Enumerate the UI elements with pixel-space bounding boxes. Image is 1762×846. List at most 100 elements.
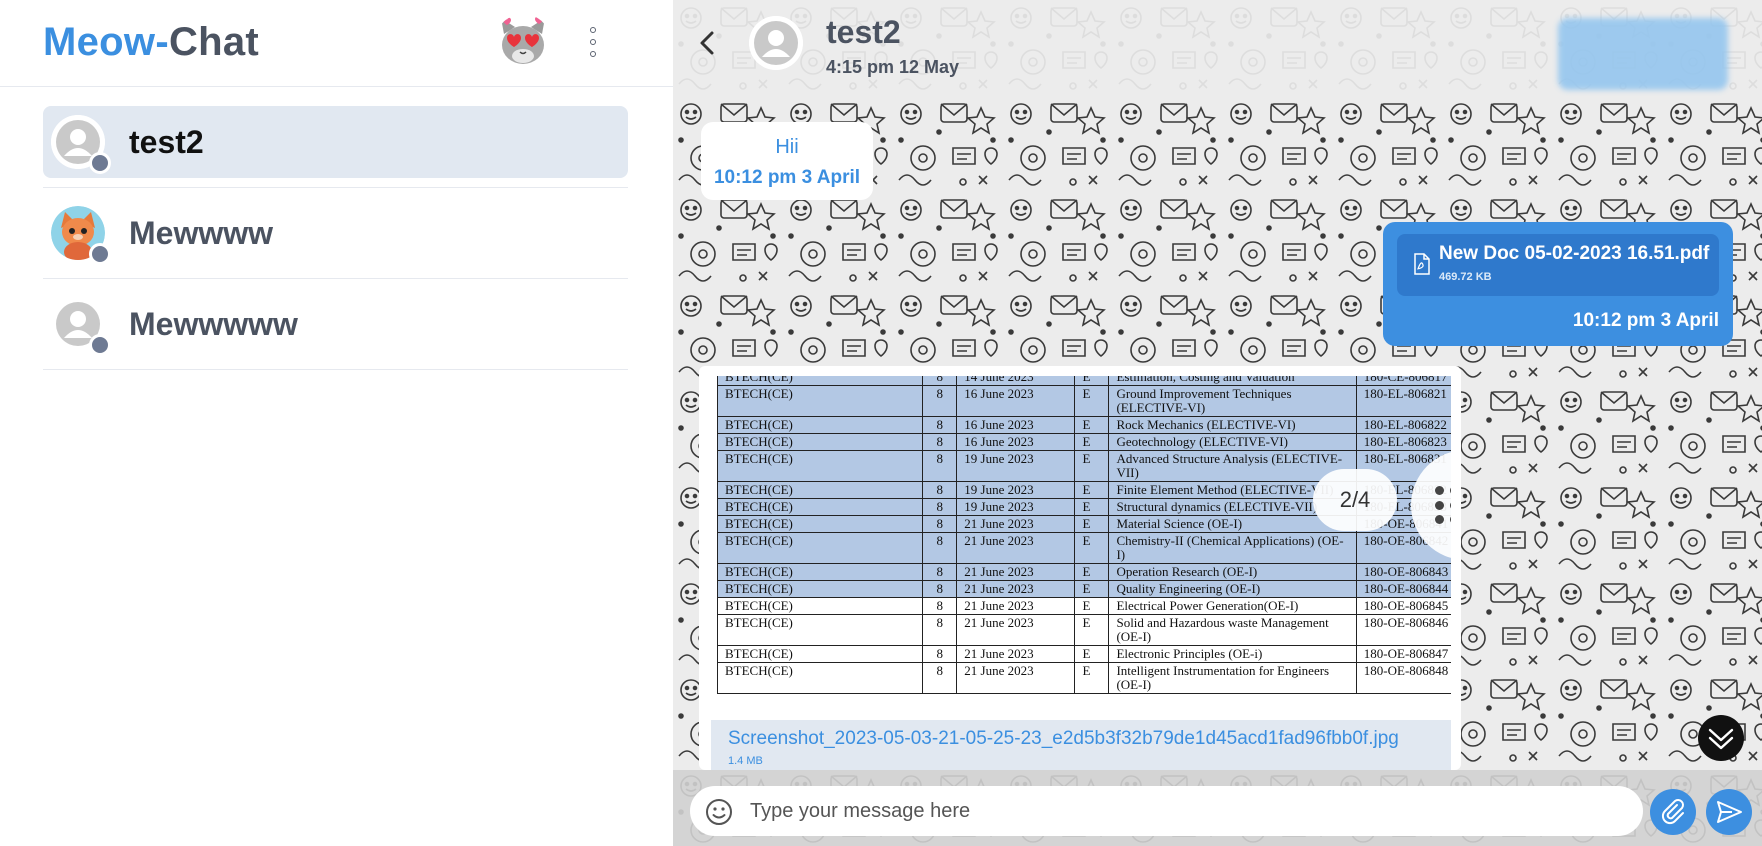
table-cell-prog: BTECH(CE) — [716, 416, 924, 434]
table-cell-sem: 8 — [922, 433, 958, 451]
table-cell-prog: BTECH(CE) — [716, 597, 924, 615]
contact-avatar[interactable] — [749, 16, 803, 70]
send-button[interactable] — [1706, 789, 1752, 835]
table-cell-subject: Rock Mechanics (ELECTIVE-VI) — [1108, 416, 1357, 434]
table-cell-code: 180-OE-806845 — [1355, 597, 1451, 615]
brand-dash: - — [155, 20, 169, 64]
table-cell-date: 21 June 2023 — [956, 532, 1076, 564]
table-cell-subject: Geotechnology (ELECTIVE-VI) — [1108, 433, 1357, 451]
incoming-message: Hii 10:12 pm 3 April — [701, 122, 873, 200]
table-cell-date: 21 June 2023 — [956, 563, 1076, 581]
table-cell-prog: BTECH(CE) — [716, 614, 924, 646]
image-file-name[interactable]: Screenshot_2023-05-03-21-05-25-23_e2d5b3… — [728, 728, 1399, 750]
table-row: BTECH(CE) 8 16 June 2023 E Rock Mechanics (E… — [716, 416, 1451, 434]
table-cell-type: E — [1074, 515, 1110, 533]
table-cell-prog: BTECH(CE) — [716, 662, 924, 694]
table-cell-type: E — [1074, 563, 1110, 581]
table-cell-date: 21 June 2023 — [956, 614, 1076, 646]
table-cell-type: E — [1074, 597, 1110, 615]
table-row: BTECH(CE) 8 21 June 2023 E Quality Engineeri… — [716, 580, 1451, 598]
table-cell-prog: BTECH(CE) — [716, 515, 924, 533]
pdf-file-name: New Doc 05-02-2023 16.51.pdf — [1439, 243, 1710, 264]
table-cell-type: E — [1074, 580, 1110, 598]
chevron-double-down-icon — [1708, 728, 1734, 750]
table-cell-code: 180-EL-806821 — [1355, 385, 1451, 417]
table-cell-date: 16 June 2023 — [956, 385, 1076, 417]
contact-name: Mewwww — [129, 215, 274, 251]
back-arrow-icon[interactable] — [693, 26, 721, 60]
table-row: BTECH(CE) 8 14 June 2023 E Estimation, Costi… — [716, 376, 1451, 386]
app-logo: Meow-Chat — [43, 20, 259, 65]
table-cell-type: E — [1074, 385, 1110, 417]
chat-header: test2 4:15 pm 12 May — [673, 0, 1762, 90]
sidebar: Meow-Chat test2 Mewwww Mewwwww — [0, 0, 673, 846]
table-cell-subject: Intelligent Instrumentation for Engineer… — [1108, 662, 1357, 694]
sidebar-header: Meow-Chat — [0, 0, 673, 87]
table-row: BTECH(CE) 8 21 June 2023 E Operation Researc… — [716, 563, 1451, 581]
user-avatar[interactable] — [495, 14, 551, 70]
last-seen: 4:15 pm 12 May — [826, 57, 960, 77]
table-cell-type: E — [1074, 532, 1110, 564]
table-cell-prog: BTECH(CE) — [716, 580, 924, 598]
table-cell-prog: BTECH(CE) — [716, 433, 924, 451]
kebab-menu-icon[interactable] — [582, 24, 604, 60]
table-cell-subject: Electronic Principles (OE-i) — [1108, 645, 1357, 663]
message-time: 10:12 pm 3 April — [1572, 310, 1719, 331]
paperclip-icon — [1661, 799, 1684, 825]
contact-name: Mewwwww — [129, 306, 298, 342]
contact-name: test2 — [129, 124, 204, 160]
table-cell-code: 180-OE-806848 — [1355, 662, 1451, 694]
table-cell-sem: 8 — [922, 662, 958, 694]
message-input-wrapper — [690, 786, 1643, 836]
message-text: Hii — [775, 136, 799, 158]
table-cell-sem: 8 — [922, 597, 958, 615]
emoji-icon[interactable] — [704, 797, 734, 827]
table-cell-sem: 8 — [922, 376, 958, 386]
table-cell-subject: Solid and Hazardous waste Management (OE… — [1108, 614, 1357, 646]
table-cell-code: 180-OE-806844 — [1355, 580, 1451, 598]
table-cell-date: 19 June 2023 — [956, 450, 1076, 482]
table-row: BTECH(CE) 8 21 June 2023 E Electrical Power … — [716, 597, 1451, 615]
table-cell-code: 180-EL-806822 — [1355, 416, 1451, 434]
pdf-file-icon — [1414, 253, 1430, 275]
image-message: BTECH(CE) 8 14 June 2023 E Estimation, Costi… — [699, 366, 1461, 770]
table-cell-prog: BTECH(CE) — [716, 450, 924, 482]
contact-item-test2[interactable]: test2 — [43, 106, 628, 188]
status-dot — [89, 334, 111, 356]
table-cell-sem: 8 — [922, 515, 958, 533]
image-file-bar: Screenshot_2023-05-03-21-05-25-23_e2d5b3… — [711, 720, 1451, 770]
table-cell-prog: BTECH(CE) — [716, 481, 924, 499]
table-cell-prog: BTECH(CE) — [716, 532, 924, 564]
pdf-attachment[interactable]: New Doc 05-02-2023 16.51.pdf 469.72 KB — [1397, 234, 1719, 296]
table-cell-date: 21 June 2023 — [956, 597, 1076, 615]
table-cell-type: E — [1074, 498, 1110, 516]
table-cell-type: E — [1074, 376, 1110, 386]
table-cell-subject: Chemistry-II (Chemical Applications) (OE… — [1108, 532, 1357, 564]
table-cell-subject: Operation Research (OE-I) — [1108, 563, 1357, 581]
table-cell-sem: 8 — [922, 563, 958, 581]
image-preview[interactable]: BTECH(CE) 8 14 June 2023 E Estimation, Costi… — [711, 376, 1451, 720]
message-input[interactable] — [750, 795, 1620, 827]
table-row: BTECH(CE) 8 21 June 2023 E Solid and Hazardo… — [716, 614, 1451, 646]
table-cell-date: 21 June 2023 — [956, 515, 1076, 533]
table-cell-code: 180-OE-806846 — [1355, 614, 1451, 646]
table-cell-prog: BTECH(CE) — [716, 385, 924, 417]
scroll-down-button[interactable] — [1698, 715, 1744, 761]
table-row: BTECH(CE) 8 16 June 2023 E Ground Improvemen… — [716, 385, 1451, 417]
table-cell-prog: BTECH(CE) — [716, 645, 924, 663]
contact-item-mewwww[interactable]: Mewwww — [43, 197, 628, 279]
table-cell-sem: 8 — [922, 645, 958, 663]
chat-contact-name: test2 — [826, 14, 901, 50]
table-cell-code: 180-EL-806823 — [1355, 433, 1451, 451]
table-cell-date: 16 June 2023 — [956, 433, 1076, 451]
table-cell-sem: 8 — [922, 450, 958, 482]
table-cell-code: 180-OE-806847 — [1355, 645, 1451, 663]
table-cell-date: 19 June 2023 — [956, 481, 1076, 499]
table-cell-sem: 8 — [922, 385, 958, 417]
exam-schedule-table: BTECH(CE) 8 14 June 2023 E Estimation, Costi… — [716, 376, 1451, 694]
table-cell-subject: Estimation, Costing and Valuation — [1108, 376, 1357, 386]
table-cell-type: E — [1074, 481, 1110, 499]
attach-button[interactable] — [1650, 789, 1696, 835]
contact-item-mewwwww[interactable]: Mewwwww — [43, 288, 628, 370]
table-cell-prog: BTECH(CE) — [716, 498, 924, 516]
